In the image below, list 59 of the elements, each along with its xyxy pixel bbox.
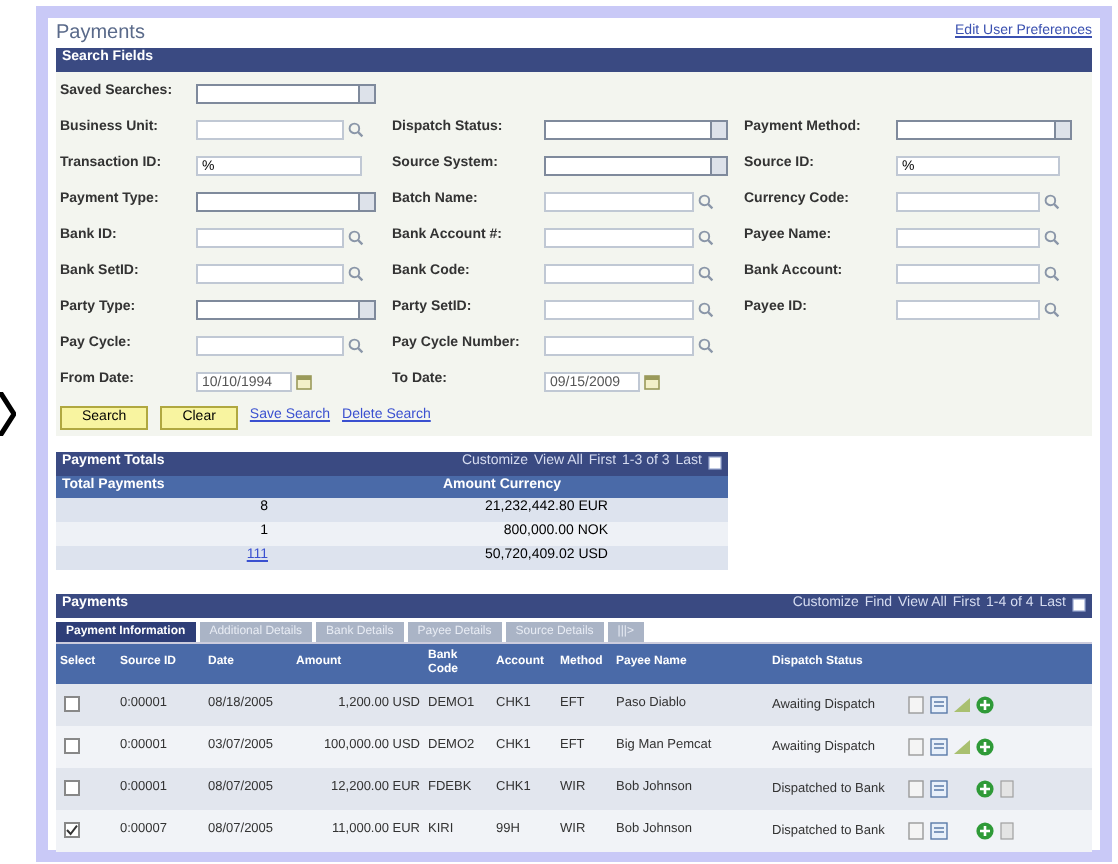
input-field[interactable] xyxy=(196,119,343,139)
page-title: Payments xyxy=(56,23,145,43)
search-icon[interactable] xyxy=(1044,229,1060,245)
grid-icon[interactable] xyxy=(708,456,722,470)
detail-icon[interactable] xyxy=(1000,779,1014,797)
input-field[interactable] xyxy=(544,299,694,319)
search-icon[interactable] xyxy=(698,337,714,353)
search-icon[interactable] xyxy=(347,121,363,137)
document-icon[interactable] xyxy=(930,737,948,755)
input-field[interactable] xyxy=(196,263,343,283)
search-icon[interactable] xyxy=(347,229,363,245)
search-icon[interactable] xyxy=(1044,301,1060,317)
input-field[interactable] xyxy=(196,227,343,247)
input-field[interactable] xyxy=(544,335,694,355)
check-icon xyxy=(66,824,78,836)
input-field[interactable] xyxy=(544,227,694,247)
search-icon[interactable] xyxy=(347,337,363,353)
select-checkbox[interactable] xyxy=(64,738,80,754)
add-icon[interactable] xyxy=(976,779,994,797)
input-field[interactable] xyxy=(544,263,694,283)
add-icon[interactable] xyxy=(976,821,994,839)
dropdown-field[interactable] xyxy=(196,299,377,319)
add-icon[interactable] xyxy=(976,737,994,755)
input-field[interactable] xyxy=(196,335,343,355)
input-field[interactable] xyxy=(544,191,694,211)
input-field[interactable] xyxy=(896,263,1040,283)
note-icon[interactable] xyxy=(908,779,924,797)
chevron-icon xyxy=(0,392,16,436)
search-icon[interactable] xyxy=(698,193,714,209)
detail-icon[interactable] xyxy=(1000,821,1014,839)
note-icon[interactable] xyxy=(908,737,924,755)
input-field[interactable] xyxy=(896,299,1040,319)
note-icon[interactable] xyxy=(908,695,924,713)
calendar-icon[interactable] xyxy=(296,373,312,389)
note-icon[interactable] xyxy=(908,821,924,839)
select-checkbox[interactable] xyxy=(64,780,80,796)
dropdown-field[interactable] xyxy=(196,191,377,211)
search-icon[interactable] xyxy=(347,265,363,281)
document-icon[interactable] xyxy=(930,779,948,797)
add-icon[interactable] xyxy=(976,695,994,713)
search-icon[interactable] xyxy=(1044,265,1060,281)
calendar-icon[interactable] xyxy=(644,373,660,389)
input-field[interactable] xyxy=(896,227,1040,247)
chart-icon[interactable] xyxy=(954,696,970,712)
search-icon[interactable] xyxy=(1044,193,1060,209)
dropdown-field[interactable] xyxy=(544,155,728,175)
dropdown-field[interactable] xyxy=(896,119,1073,139)
chart-icon[interactable] xyxy=(954,738,970,754)
grid-icon[interactable] xyxy=(1072,598,1086,612)
document-icon[interactable] xyxy=(930,821,948,839)
dropdown-field[interactable] xyxy=(196,83,377,103)
select-checkbox[interactable] xyxy=(64,822,80,838)
search-icon[interactable] xyxy=(698,265,714,281)
select-checkbox[interactable] xyxy=(64,696,80,712)
search-icon[interactable] xyxy=(698,229,714,245)
document-icon[interactable] xyxy=(930,695,948,713)
dropdown-field[interactable] xyxy=(544,119,728,139)
input-field[interactable] xyxy=(896,191,1040,211)
search-icon[interactable] xyxy=(698,301,714,317)
